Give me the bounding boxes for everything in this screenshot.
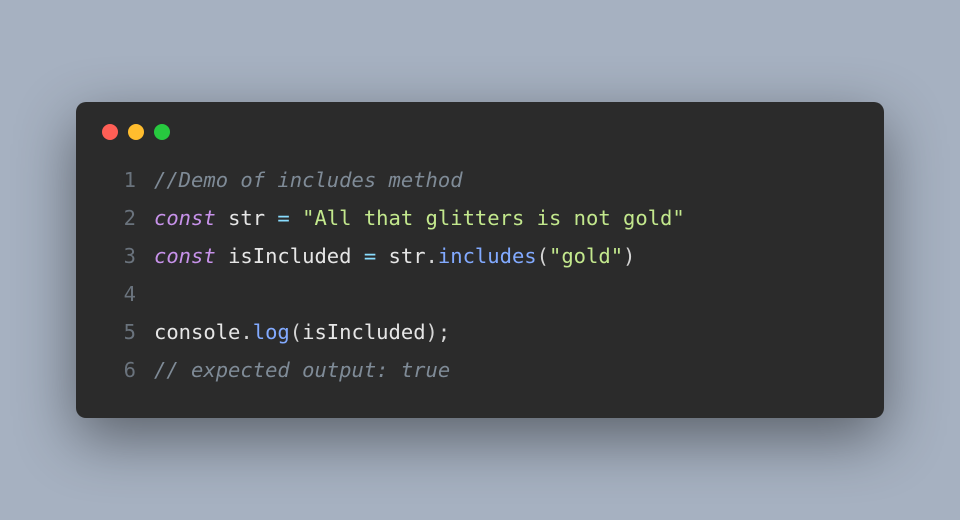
identifier: str	[389, 244, 426, 268]
paren: (	[537, 244, 549, 268]
code-block: 1 //Demo of includes method 2 const str …	[102, 162, 858, 390]
line-number: 2	[102, 200, 136, 238]
code-line: 4	[102, 276, 858, 314]
string-literal: "gold"	[549, 244, 623, 268]
line-number: 5	[102, 314, 136, 352]
identifier: isIncluded	[228, 244, 351, 268]
paren: )	[426, 320, 438, 344]
code-line: 5 console.log(isIncluded);	[102, 314, 858, 352]
minimize-icon[interactable]	[128, 124, 144, 140]
paren: (	[290, 320, 302, 344]
identifier: str	[228, 206, 265, 230]
line-content: const str = "All that glitters is not go…	[154, 200, 858, 238]
comment-text: // expected output: true	[154, 358, 450, 382]
keyword: const	[154, 206, 216, 230]
identifier: isIncluded	[302, 320, 425, 344]
line-content: const isIncluded = str.includes("gold")	[154, 238, 858, 276]
zoom-icon[interactable]	[154, 124, 170, 140]
operator: =	[351, 244, 388, 268]
line-number: 4	[102, 276, 136, 314]
code-line: 3 const isIncluded = str.includes("gold"…	[102, 238, 858, 276]
code-line: 1 //Demo of includes method	[102, 162, 858, 200]
code-editor-window: 1 //Demo of includes method 2 const str …	[76, 102, 884, 418]
line-content: //Demo of includes method	[154, 162, 858, 200]
line-number: 1	[102, 162, 136, 200]
code-line: 2 const str = "All that glitters is not …	[102, 200, 858, 238]
operator: =	[265, 206, 302, 230]
method-name: includes	[438, 244, 537, 268]
line-number: 6	[102, 352, 136, 390]
line-content: // expected output: true	[154, 352, 858, 390]
method-name: log	[253, 320, 290, 344]
window-titlebar	[102, 124, 858, 140]
line-number: 3	[102, 238, 136, 276]
line-content: console.log(isIncluded);	[154, 314, 858, 352]
string-literal: "All that glitters is not gold"	[302, 206, 685, 230]
keyword: const	[154, 244, 216, 268]
comment-text: //Demo of includes method	[154, 168, 463, 192]
line-content	[154, 276, 858, 314]
identifier: console	[154, 320, 240, 344]
close-icon[interactable]	[102, 124, 118, 140]
semicolon: ;	[438, 320, 450, 344]
code-line: 6 // expected output: true	[102, 352, 858, 390]
dot: .	[240, 320, 252, 344]
dot: .	[426, 244, 438, 268]
paren: )	[623, 244, 635, 268]
